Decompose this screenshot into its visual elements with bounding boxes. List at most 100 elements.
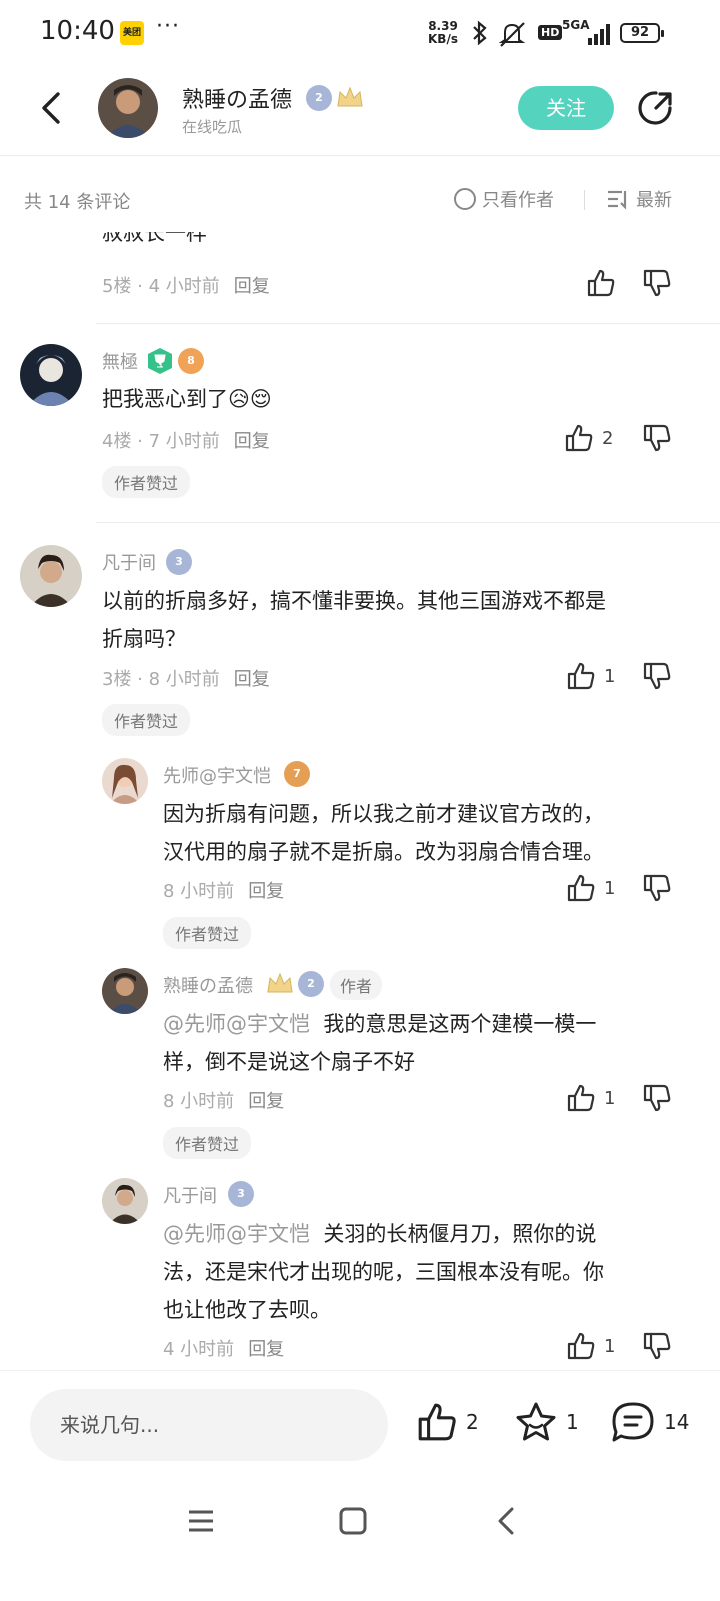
comment-count: 共 14 条评论 <box>24 192 131 213</box>
reply-meta: 8 小时前 回复 <box>163 1091 285 1112</box>
crown-icon <box>337 86 363 107</box>
mute-bell-icon <box>498 22 526 47</box>
only-author-toggle[interactable]: 只看作者 <box>454 186 554 212</box>
reply-text: 因为折扇有问题，所以我之前才建议官方改的， 汉代用的扇子就不是折扇。改为羽扇合情… <box>163 802 604 864</box>
author-liked-chip: 作者赞过 <box>163 1127 252 1159</box>
like-button[interactable]: 1 <box>566 1331 615 1361</box>
dislike-button[interactable] <box>642 661 672 695</box>
like-button[interactable]: 1 <box>566 873 615 903</box>
post-like-count: 2 <box>466 1410 479 1434</box>
like-count: 1 <box>604 1087 616 1109</box>
user-avatar[interactable] <box>102 1178 148 1224</box>
emoji-icon: 😥😌 <box>228 387 272 411</box>
status-bar: 10:40 美团 ··· 8.39 KB/s HD 5GA 92 <box>0 0 720 70</box>
username[interactable]: 凡于间 <box>163 1182 217 1208</box>
back-icon[interactable] <box>492 1506 522 1536</box>
thumbs-down-icon <box>643 1332 671 1360</box>
reply-button[interactable]: 回复 <box>248 1091 284 1112</box>
thumbs-up-icon <box>418 1403 456 1441</box>
username[interactable]: 無極 <box>102 348 138 374</box>
dislike-button[interactable] <box>642 873 672 907</box>
user-avatar[interactable] <box>20 545 82 607</box>
like-count: 1 <box>604 665 616 687</box>
mention[interactable]: @先师@宇文恺 <box>163 1012 310 1036</box>
reply-text: @先师@宇文恺 关羽的长柄偃月刀，照你的说 法，还是宋代才出现的呢，三国根本没有… <box>163 1222 604 1322</box>
star-icon <box>516 1402 556 1441</box>
thumbs-up-icon <box>567 662 595 690</box>
reply-button[interactable]: 回复 <box>248 1339 284 1360</box>
like-button[interactable] <box>586 268 616 298</box>
favorite-button[interactable]: 1 <box>514 1401 579 1443</box>
level-badge-icon: 3 <box>166 549 192 575</box>
comment-total-count: 14 <box>664 1410 690 1434</box>
level-badge-icon: 2 <box>306 85 332 111</box>
thumbs-down-icon <box>643 662 671 690</box>
author-subtitle: 在线吃瓜 <box>182 118 243 136</box>
thumbs-down-icon <box>643 424 671 452</box>
username[interactable]: 先师@宇文恺 <box>163 762 271 788</box>
thumbs-down-icon <box>643 269 671 297</box>
author-name[interactable]: 熟睡の孟德 <box>182 82 292 114</box>
reply-button[interactable]: 回复 <box>248 881 284 902</box>
like-count: 1 <box>604 877 616 899</box>
divider <box>584 190 585 210</box>
username[interactable]: 熟睡の孟德 <box>163 972 253 998</box>
system-nav-bar <box>0 1480 720 1601</box>
dislike-button[interactable] <box>642 1331 672 1365</box>
dislike-button[interactable] <box>642 1083 672 1117</box>
user-avatar[interactable] <box>102 758 148 804</box>
author-tag: 作者 <box>330 970 383 1000</box>
author-liked-chip: 作者赞过 <box>163 917 252 949</box>
comment-button[interactable]: 14 <box>610 1401 689 1443</box>
reply-text: @先师@宇文恺 我的意思是这两个建模一模一 样，倒不是说这个扇子不好 <box>163 1012 597 1074</box>
level-badge-icon: 2 <box>298 971 324 997</box>
thumbs-down-icon <box>643 1084 671 1112</box>
menu-icon[interactable] <box>186 1506 216 1536</box>
username[interactable]: 凡于间 <box>102 549 156 575</box>
divider <box>96 323 720 324</box>
user-avatar[interactable] <box>20 344 82 406</box>
thumbs-up-icon <box>587 269 615 297</box>
sort-newest-button[interactable]: 最新 <box>606 186 672 212</box>
sort-icon <box>608 190 627 210</box>
post-like-button[interactable]: 2 <box>416 1401 479 1443</box>
like-button[interactable]: 2 <box>564 423 613 453</box>
level-badge-icon: 3 <box>228 1181 254 1207</box>
more-notifications-icon: ··· <box>156 14 180 39</box>
author-liked-chip: 作者赞过 <box>102 466 191 498</box>
user-avatar[interactable] <box>102 968 148 1014</box>
level-badge-icon: 7 <box>284 761 310 787</box>
thumbs-down-icon <box>643 874 671 902</box>
thumbs-up-icon <box>567 1332 595 1360</box>
hd-badge: HD <box>538 25 563 40</box>
home-icon[interactable] <box>338 1506 368 1536</box>
reply-meta: 8 小时前 回复 <box>163 881 285 902</box>
dislike-button[interactable] <box>642 423 672 457</box>
reply-button[interactable]: 回复 <box>234 431 270 452</box>
share-icon[interactable] <box>636 88 676 128</box>
author-avatar[interactable] <box>98 78 158 138</box>
comment-bubble-icon <box>612 1402 654 1442</box>
comment-partial-text: 叔叔长一样 <box>102 232 207 245</box>
like-button[interactable]: 1 <box>566 1083 615 1113</box>
reply-button[interactable]: 回复 <box>234 276 270 297</box>
comment-meta: 4楼 · 7 小时前 回复 <box>102 431 270 452</box>
trophy-badge-icon <box>148 348 172 374</box>
reply-button[interactable]: 回复 <box>234 669 270 690</box>
follow-button[interactable]: 关注 <box>518 86 614 130</box>
thumbs-up-icon <box>567 1084 595 1112</box>
like-count: 2 <box>602 427 614 449</box>
like-count: 1 <box>604 1335 616 1357</box>
meituan-app-icon: 美团 <box>120 21 144 45</box>
signal-icon <box>588 24 610 45</box>
dislike-button[interactable] <box>642 268 672 302</box>
comment-input[interactable]: 来说几句... <box>30 1389 388 1461</box>
radio-icon[interactable] <box>454 188 476 210</box>
back-arrow-icon[interactable] <box>32 88 72 128</box>
crown-icon <box>267 972 293 993</box>
post-header: 熟睡の孟德 2 在线吃瓜 关注 <box>0 70 720 156</box>
mention[interactable]: @先师@宇文恺 <box>163 1222 310 1246</box>
divider <box>96 522 720 523</box>
like-button[interactable]: 1 <box>566 661 615 691</box>
thumbs-up-icon <box>565 424 593 452</box>
